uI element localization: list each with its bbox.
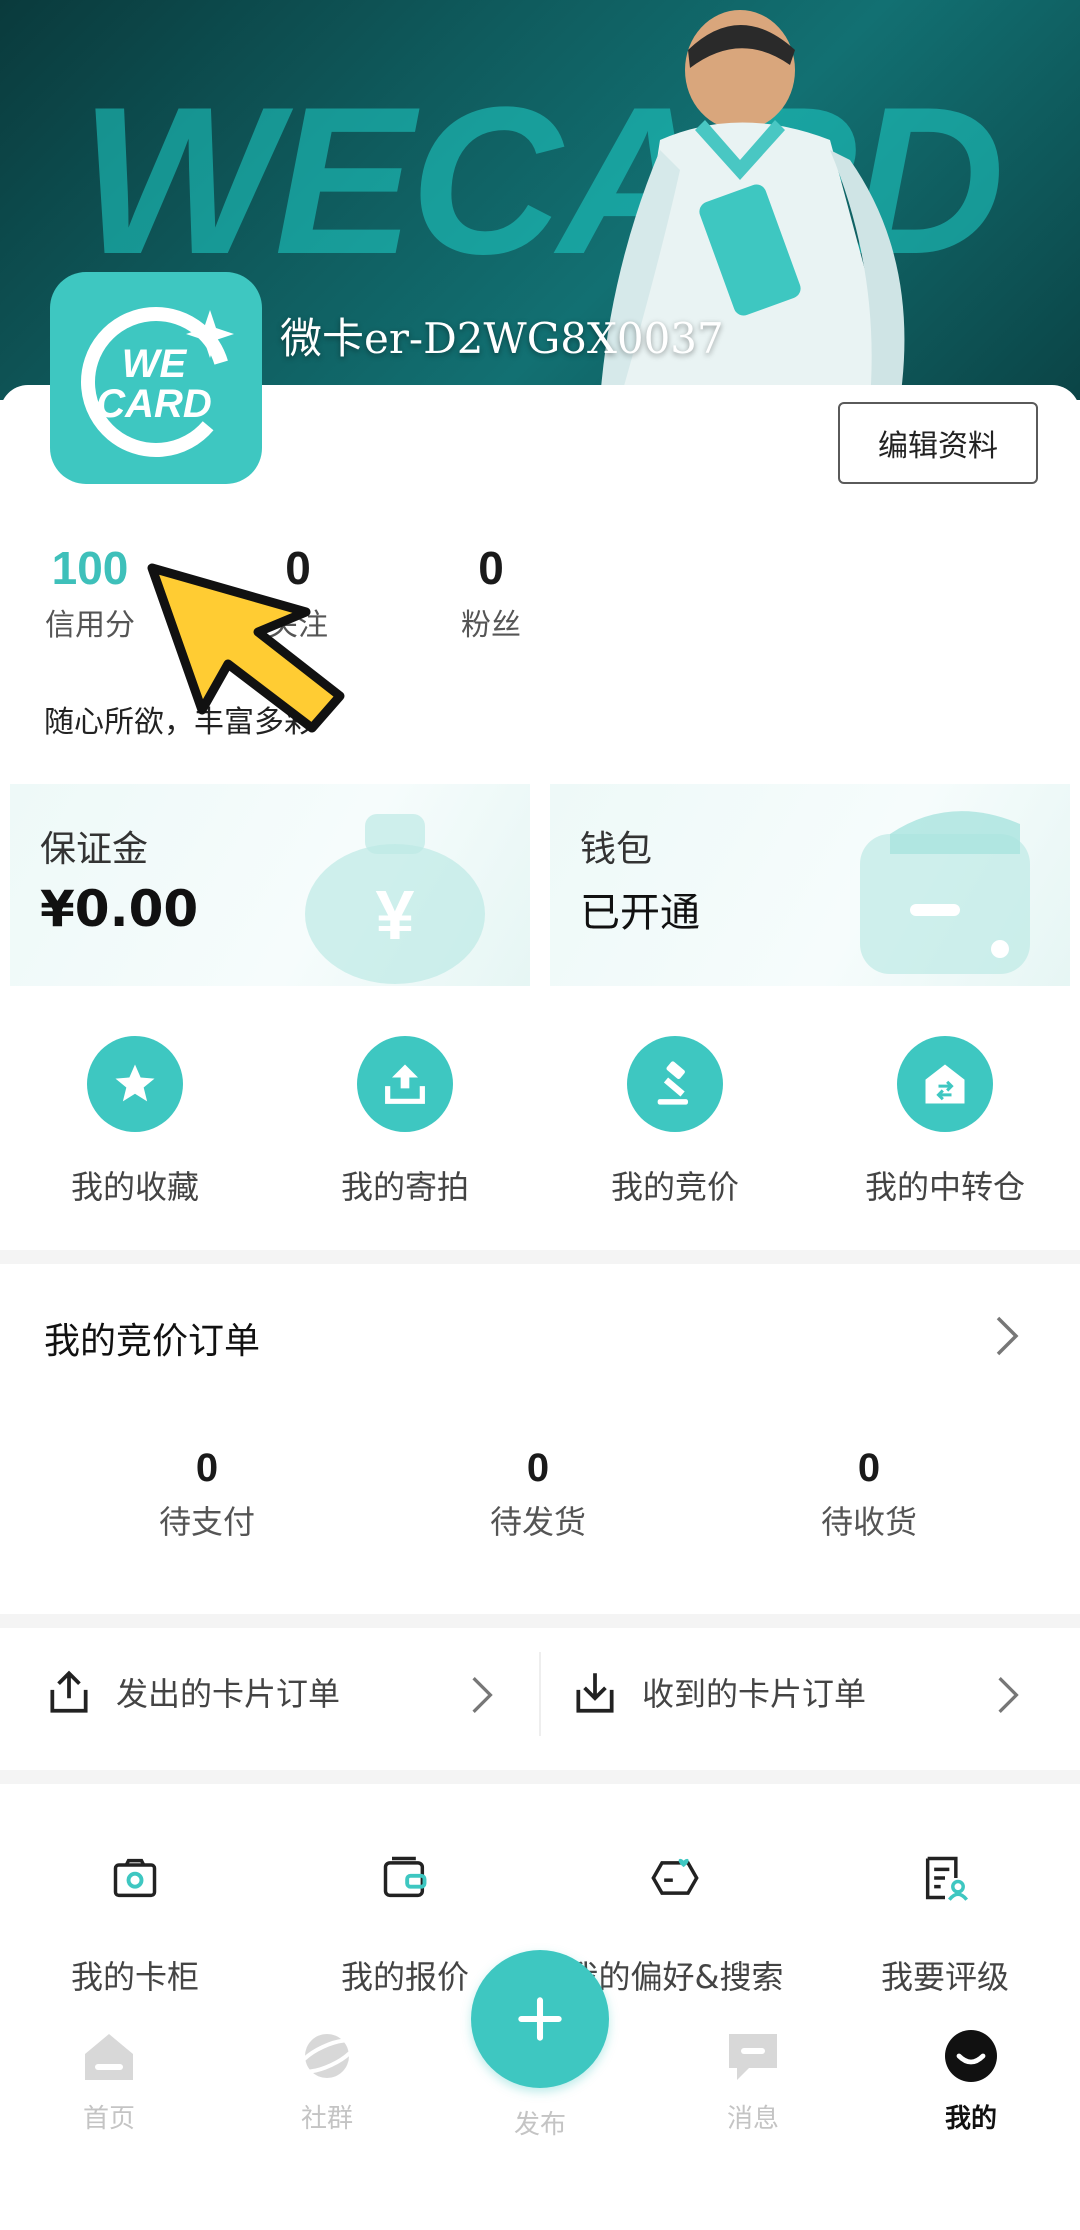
order-pending-receipt[interactable]: 0 待收货 bbox=[769, 1446, 969, 1543]
received-card-orders-label: 收到的卡片订单 bbox=[642, 1675, 867, 1713]
me-smile-icon bbox=[945, 2030, 997, 2082]
followers-label: 粉丝 bbox=[461, 608, 521, 643]
money-bag-icon: ¥ bbox=[305, 814, 485, 984]
quick-action-warehouse[interactable]: 我的中转仓 bbox=[810, 1036, 1080, 1208]
tab-home-label: 首页 bbox=[82, 2104, 135, 2134]
section-divider bbox=[0, 1614, 1080, 1628]
tool-grading[interactable]: 我要评级 bbox=[810, 1852, 1080, 1998]
pending-shipment-count: 0 bbox=[526, 1446, 550, 1490]
column-divider bbox=[539, 1652, 541, 1736]
tab-me-label: 我的 bbox=[944, 2104, 997, 2134]
tool-card-cabinet[interactable]: 我的卡柜 bbox=[0, 1852, 270, 1998]
pending-payment-count: 0 bbox=[195, 1446, 219, 1490]
pending-shipment-label: 待发货 bbox=[489, 1503, 586, 1541]
tab-messages-label: 消息 bbox=[726, 2104, 779, 2134]
edit-profile-button[interactable]: 编辑资料 bbox=[838, 402, 1038, 484]
plus-icon bbox=[518, 1997, 562, 2041]
publish-button[interactable] bbox=[471, 1950, 609, 2088]
tab-community[interactable]: 社群 bbox=[252, 2026, 402, 2135]
sent-card-orders-label: 发出的卡片订单 bbox=[116, 1675, 341, 1713]
quick-action-favorites[interactable]: 我的收藏 bbox=[0, 1036, 270, 1208]
order-pending-payment[interactable]: 0 待支付 bbox=[107, 1446, 307, 1543]
credit-score-label: 信用分 bbox=[45, 608, 135, 643]
chevron-right-icon[interactable] bbox=[468, 1674, 496, 1716]
followers-count: 0 bbox=[478, 542, 504, 594]
tool-label: 我的卡柜 bbox=[70, 1958, 199, 1996]
logo-line-2: CARD bbox=[96, 382, 212, 426]
svg-text:¥: ¥ bbox=[376, 876, 415, 954]
logo-line-1: WE bbox=[122, 342, 188, 386]
upload-icon bbox=[357, 1036, 453, 1132]
tab-home[interactable]: 首页 bbox=[34, 2026, 184, 2135]
grading-icon bbox=[925, 1856, 969, 1901]
warehouse-icon bbox=[897, 1036, 993, 1132]
tab-community-label: 社群 bbox=[300, 2104, 353, 2134]
outbox-icon bbox=[50, 1670, 88, 1713]
stat-credit-score[interactable]: 100 信用分 bbox=[40, 540, 140, 644]
quick-actions: 我的收藏 我的寄拍 我的竞价 我的中转仓 bbox=[0, 1036, 1080, 1216]
quick-action-bidding[interactable]: 我的竞价 bbox=[540, 1036, 810, 1208]
home-icon bbox=[85, 2034, 133, 2080]
deposit-amount: ¥0.00 bbox=[40, 880, 199, 938]
preference-icon bbox=[651, 1858, 699, 1895]
chevron-right-icon[interactable] bbox=[992, 1314, 1022, 1358]
order-pending-shipment[interactable]: 0 待发货 bbox=[438, 1446, 638, 1543]
wecard-logo-icon: WE CARD bbox=[81, 307, 234, 457]
sent-card-orders[interactable]: 发出的卡片订单 bbox=[44, 1640, 340, 1744]
deposit-card[interactable]: ¥ 保证金 ¥0.00 bbox=[10, 784, 530, 986]
pending-receipt-label: 待收货 bbox=[820, 1503, 917, 1541]
inbox-download-icon bbox=[576, 1673, 614, 1713]
quick-action-consignment[interactable]: 我的寄拍 bbox=[270, 1036, 540, 1208]
profile-name: 微卡er-D2WG8X0037 bbox=[280, 314, 724, 363]
message-icon bbox=[729, 2034, 777, 2080]
tab-publish-label: 发布 bbox=[513, 2110, 566, 2140]
chevron-right-icon[interactable] bbox=[994, 1674, 1022, 1716]
tab-messages[interactable]: 消息 bbox=[678, 2026, 828, 2135]
quick-action-label: 我的寄拍 bbox=[340, 1168, 469, 1206]
quick-action-label: 我的竞价 bbox=[610, 1168, 739, 1206]
wallet-status: 已开通 bbox=[580, 890, 700, 936]
pending-receipt-count: 0 bbox=[857, 1446, 881, 1490]
star-icon bbox=[87, 1036, 183, 1132]
wallet-card[interactable]: 钱包 已开通 bbox=[550, 784, 1070, 986]
gavel-icon bbox=[627, 1036, 723, 1132]
received-card-orders[interactable]: 收到的卡片订单 bbox=[570, 1640, 866, 1744]
pointer-arrow-icon bbox=[147, 563, 345, 733]
quick-action-label: 我的中转仓 bbox=[864, 1168, 1025, 1206]
wallet-icon bbox=[860, 811, 1030, 974]
planet-icon bbox=[297, 2034, 357, 2078]
card-cabinet-icon bbox=[113, 1858, 157, 1898]
wallet-title: 钱包 bbox=[580, 829, 653, 870]
stat-followers[interactable]: 0 粉丝 bbox=[431, 540, 551, 644]
tab-publish-label-wrap: 发布 bbox=[465, 2104, 615, 2141]
quick-action-label: 我的收藏 bbox=[70, 1168, 199, 1206]
quote-icon bbox=[383, 1856, 427, 1898]
section-divider bbox=[0, 1250, 1080, 1264]
avatar[interactable]: WE CARD bbox=[50, 272, 262, 484]
credit-score-value: 100 bbox=[51, 542, 129, 594]
tool-label: 我要评级 bbox=[880, 1958, 1009, 1996]
pending-payment-label: 待支付 bbox=[158, 1503, 255, 1541]
deposit-title: 保证金 bbox=[40, 829, 149, 870]
tab-me[interactable]: 我的 bbox=[896, 2026, 1046, 2135]
bidding-orders-title[interactable]: 我的竞价订单 bbox=[44, 1312, 260, 1364]
section-divider bbox=[0, 1770, 1080, 1784]
